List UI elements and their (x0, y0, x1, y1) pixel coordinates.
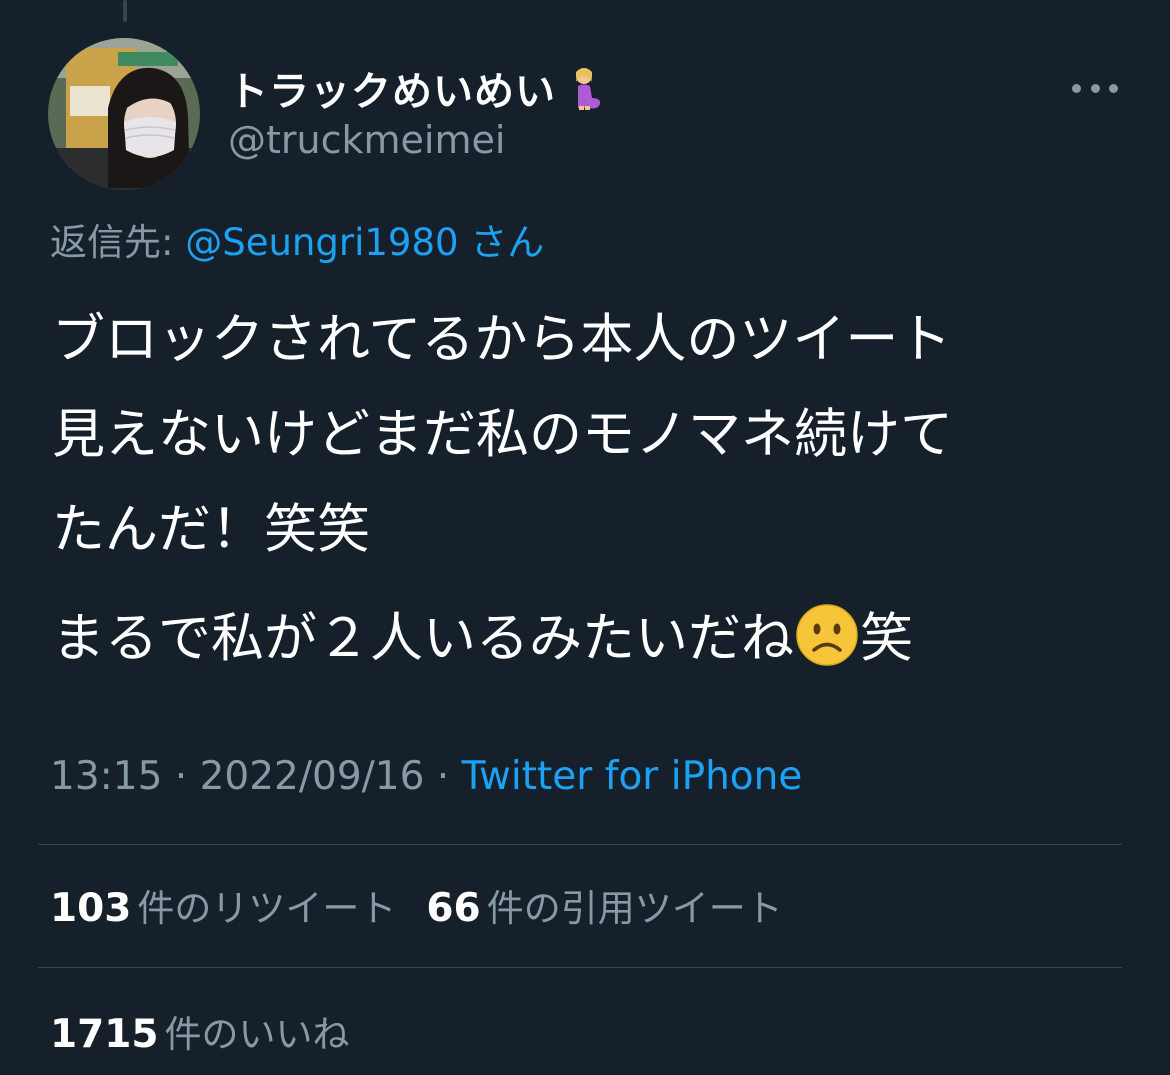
quote-label: 件の引用ツイート (486, 887, 783, 930)
tweet-source-link[interactable]: Twitter for iPhone (462, 754, 803, 799)
tweet-line-3: たんだ！笑笑 (52, 499, 370, 560)
thread-connector-line (123, 0, 127, 22)
tweet-line-4-text: まるで私が２人いるみたいだね (52, 608, 794, 669)
avatar[interactable] (48, 38, 200, 190)
like-label: 件のいいね (164, 1013, 350, 1056)
reply-to-suffix: さん (458, 221, 545, 264)
author-name-row[interactable]: トラックめいめい (228, 60, 604, 116)
divider (38, 967, 1122, 968)
meta-separator: · (424, 754, 462, 799)
divider (38, 844, 1122, 845)
reply-to-prefix: 返信先: (50, 221, 186, 264)
avatar-photo (48, 38, 200, 190)
more-options-icon[interactable] (1072, 78, 1118, 98)
display-name[interactable]: トラックめいめい (228, 59, 556, 117)
tweet-line-4: まるで私が２人いるみたいだね 笑 (52, 591, 1132, 686)
tweet-meta: 13:15 · 2022/09/16 · Twitter for iPhone (50, 754, 802, 799)
tweet-time: 13:15 (50, 754, 163, 799)
tweet-body: ブロックされてるから本人のツイート 見えないけどまだ私のモノマネ続けて たんだ！… (52, 292, 1132, 686)
tweet-line-2: 見えないけどまだ私のモノマネ続けて (52, 404, 953, 465)
likes-stat[interactable]: 1715 件のいいね (50, 1004, 350, 1058)
retweet-label: 件のリツイート (137, 887, 397, 930)
slightly-frowning-face-icon (796, 601, 858, 666)
retweet-count: 103 (50, 886, 132, 931)
retweets-stat[interactable]: 103 件のリツイート (50, 878, 396, 932)
like-count: 1715 (50, 1012, 159, 1057)
quote-count: 66 (426, 886, 481, 931)
author-handle[interactable]: @truckmeimei (228, 118, 505, 162)
meta-separator: · (162, 754, 200, 799)
tweet-line-1: ブロックされてるから本人のツイート (52, 309, 952, 370)
engagement-stats-row: 103 件のリツイート 66 件の引用ツイート (50, 878, 783, 932)
quote-tweets-stat[interactable]: 66 件の引用ツイート (426, 878, 782, 932)
tweet-line-4-end: 笑 (860, 608, 913, 669)
pregnant-woman-icon (568, 66, 604, 110)
tweet-date: 2022/09/16 (199, 754, 425, 799)
reply-to-mention-link[interactable]: @Seungri1980 (185, 221, 458, 264)
reply-to-line: 返信先: @Seungri1980 さん (50, 212, 544, 266)
